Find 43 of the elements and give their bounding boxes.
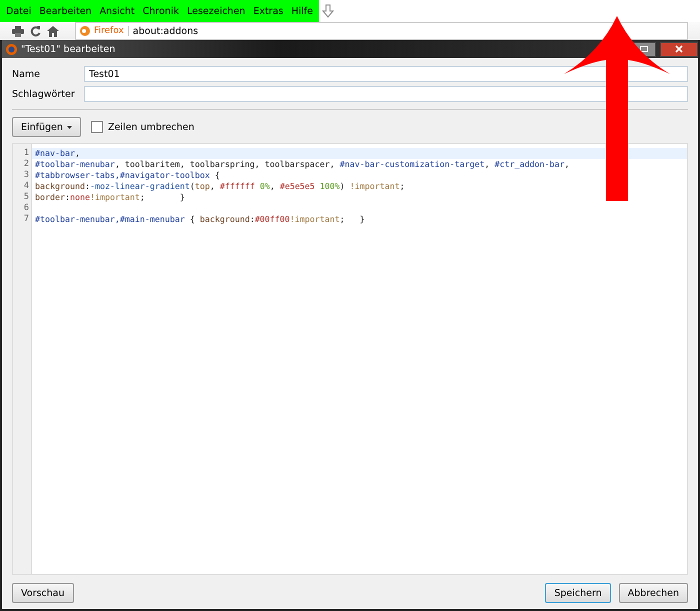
download-arrow-icon[interactable] xyxy=(322,4,334,18)
url-text: about:addons xyxy=(132,26,198,36)
dialog-button[interactable]: Vorschau xyxy=(12,583,74,603)
code-line: #nav-bar, xyxy=(35,148,80,158)
menu-item[interactable]: Lesezeichen xyxy=(182,6,250,16)
maximize-icon xyxy=(640,46,648,52)
line-number: 3 xyxy=(22,170,30,181)
code-line: #toolbar-menubar, toolbaritem, toolbarspring, toolbarspacer, #nav-bar-customization-target, #ctr_addon-bar, xyxy=(35,159,570,169)
dialog-button[interactable]: Abbrechen xyxy=(618,583,688,603)
menu-item[interactable]: Datei xyxy=(2,6,36,16)
close-icon xyxy=(675,45,683,53)
field-label: Schlagwörter xyxy=(12,88,76,100)
menu-item[interactable]: Hilfe xyxy=(287,6,317,16)
browser-logo-icon xyxy=(6,44,17,54)
code-line: background:-moz-linear-gradient(top, #ffffff 0%, #e5e5e5 100%) !important; xyxy=(35,181,405,191)
close-button[interactable] xyxy=(660,42,698,56)
code-line: #toolbar-menubar,#main-menubar { background:#00ff00!important; } xyxy=(35,214,365,224)
line-number: 1 xyxy=(22,148,30,159)
menu-item[interactable]: Extras xyxy=(249,6,288,16)
field-label: Name xyxy=(12,68,42,80)
line-number: 4 xyxy=(22,181,30,192)
text-field[interactable]: Test01 xyxy=(84,66,688,82)
dialog-button[interactable]: Speichern xyxy=(545,583,611,603)
site-identity: Firefox xyxy=(94,26,129,36)
checkbox-label: Zeilen umbrechen xyxy=(108,122,194,132)
caret-icon xyxy=(66,126,72,128)
code-line: #tabbrowser-tabs,#navigator-toolbox { xyxy=(35,170,220,180)
text-field[interactable] xyxy=(84,86,688,102)
line-number: 6 xyxy=(22,203,30,214)
reload-icon[interactable] xyxy=(30,26,41,36)
menu-item[interactable]: Ansicht xyxy=(96,6,139,16)
menu-item[interactable]: Bearbeiten xyxy=(35,6,96,16)
checkbox[interactable] xyxy=(90,121,103,133)
print-icon[interactable] xyxy=(12,26,24,36)
line-number: 2 xyxy=(22,159,30,170)
menu-item[interactable]: Chronik xyxy=(138,6,183,16)
code-line: border:none!important; } xyxy=(35,192,185,202)
home-icon[interactable] xyxy=(47,26,59,36)
insert-button[interactable]: Einfügen xyxy=(12,117,81,137)
line-number: 5 xyxy=(22,192,30,203)
window-title: "Test01" bearbeiten xyxy=(21,44,116,54)
line-number: 7 xyxy=(22,214,30,225)
address-bar[interactable]: Firefox about:addons xyxy=(75,22,688,40)
